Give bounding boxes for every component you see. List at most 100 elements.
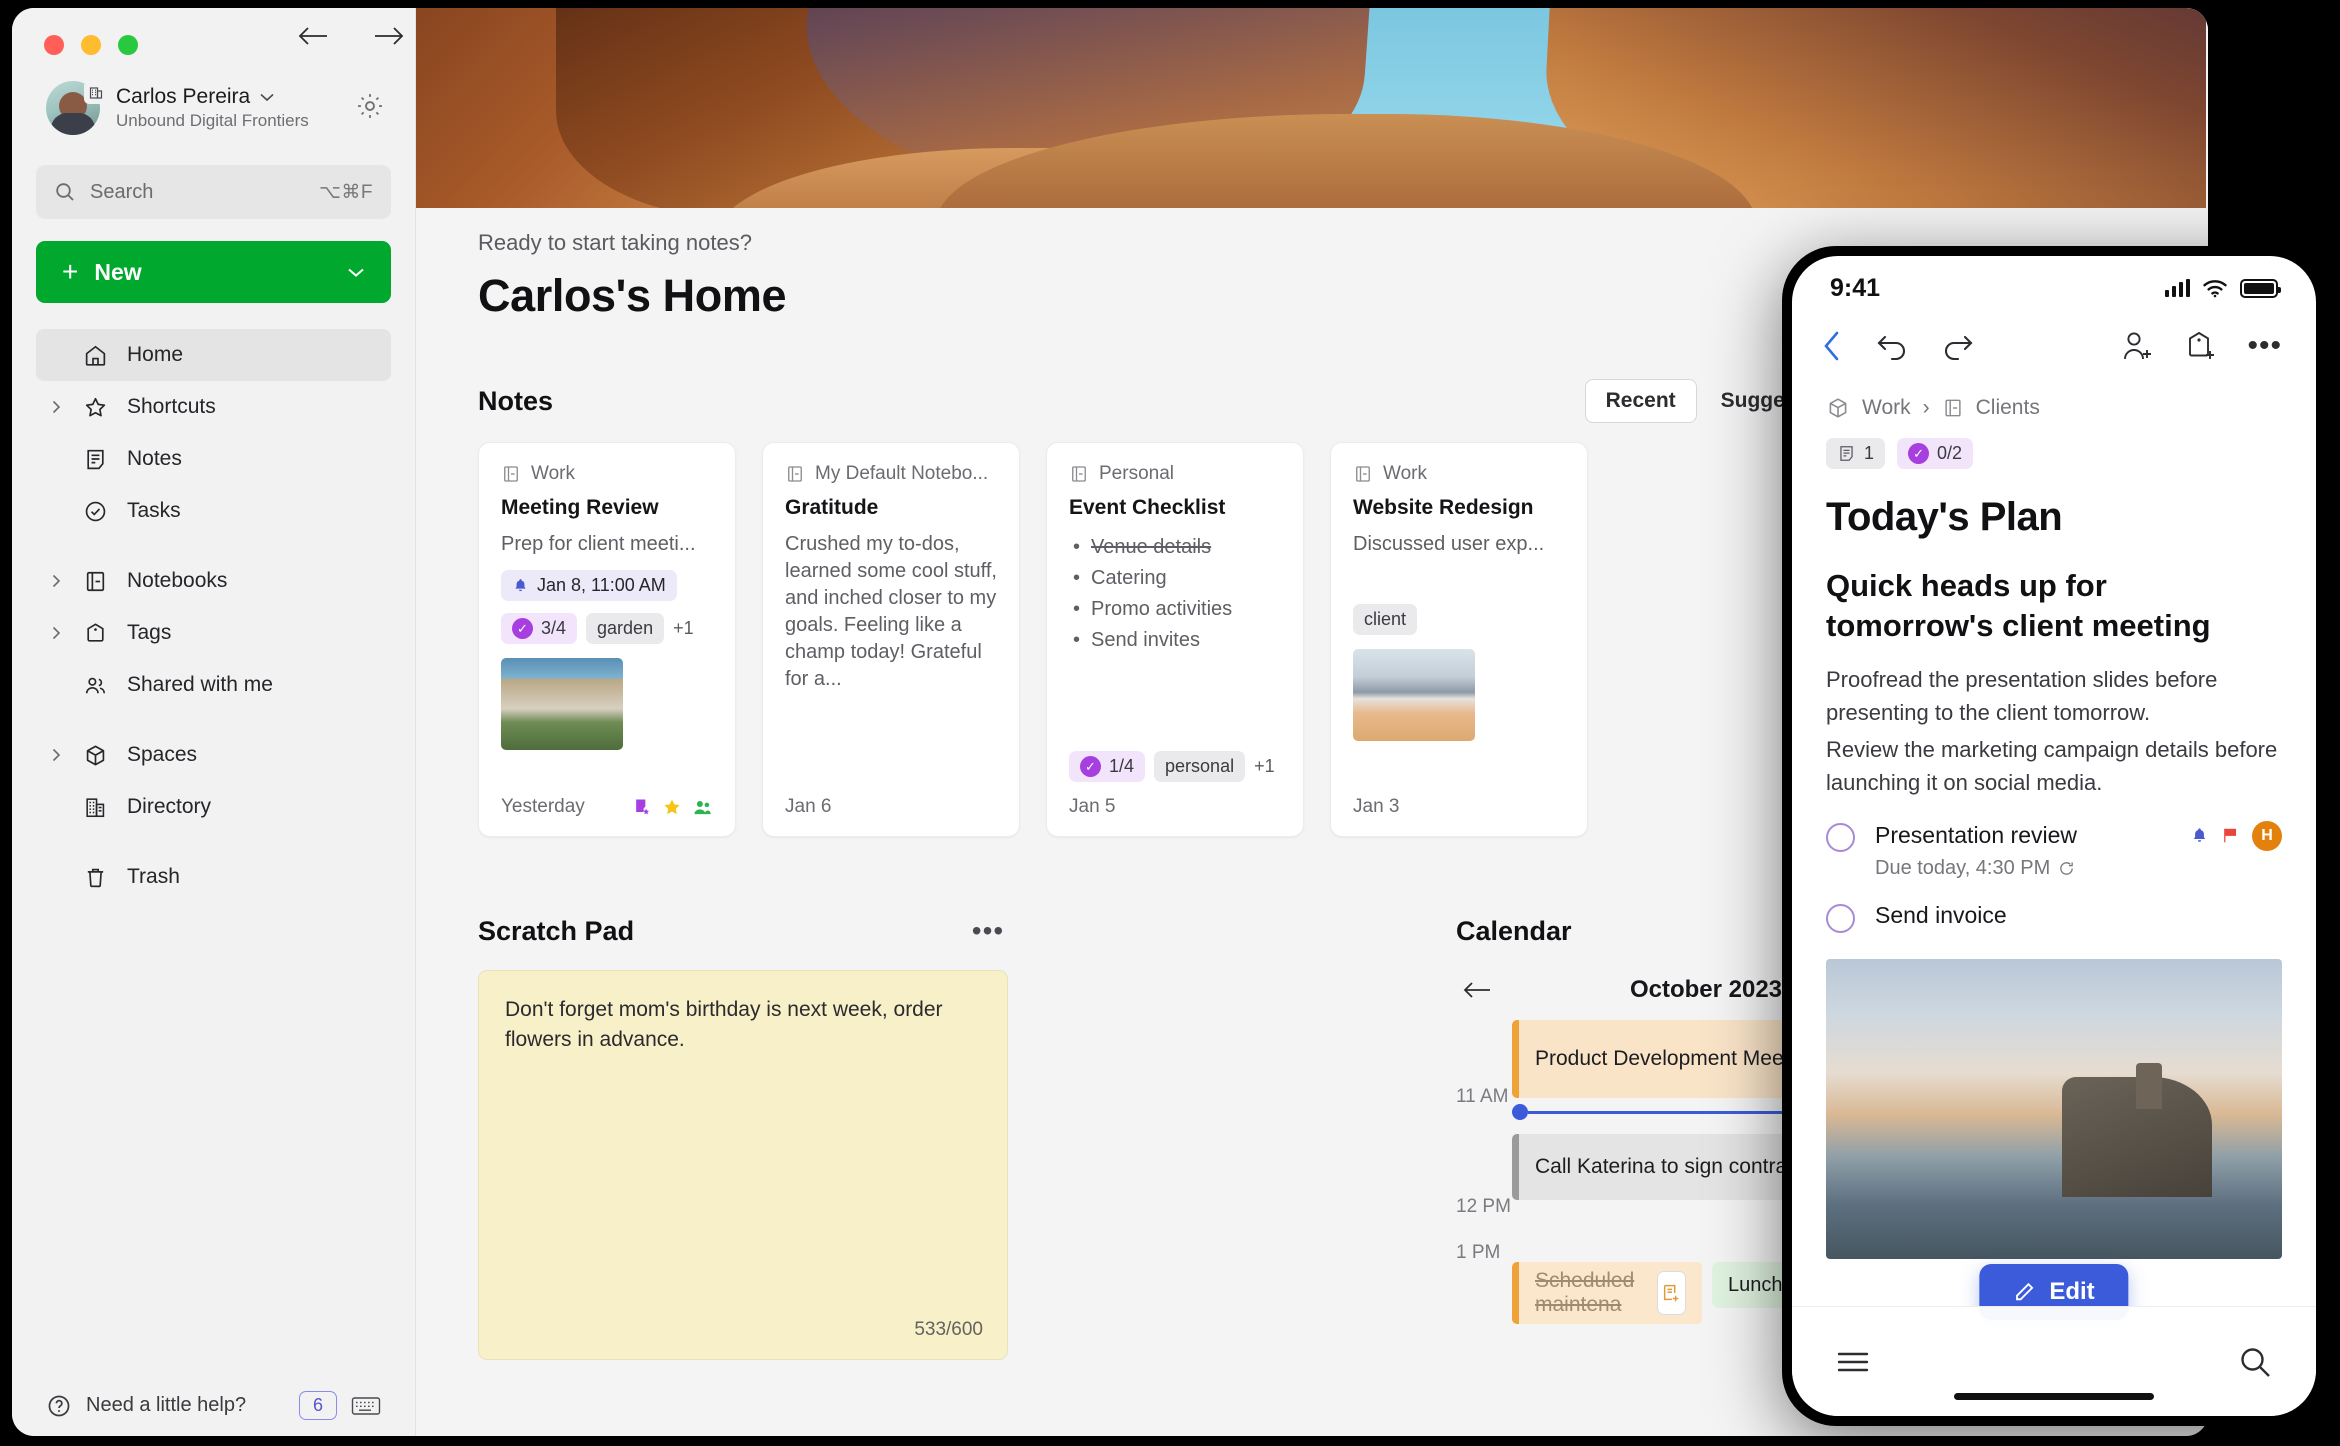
sidebar-item-directory[interactable]: Directory <box>36 781 391 833</box>
keyboard-icon[interactable] <box>351 1395 381 1417</box>
note-card[interactable]: Work Meeting Review Prep for client meet… <box>478 442 736 837</box>
plus-icon: + <box>62 256 79 287</box>
tag-chip[interactable]: client <box>1353 604 1418 635</box>
calendar-hour-label: 12 PM <box>1456 1196 1511 1217</box>
checklist-item[interactable]: Promo activities <box>1069 594 1281 625</box>
add-person-icon[interactable] <box>2121 330 2155 362</box>
tab-recent[interactable]: Recent <box>1584 379 1697 423</box>
tag-overflow[interactable]: +1 <box>673 618 694 639</box>
pencil-icon <box>2013 1281 2035 1303</box>
scratch-pad-textarea[interactable]: Don't forget mom's birthday is next week… <box>478 970 1008 1360</box>
tag-chip[interactable]: personal <box>1154 751 1246 782</box>
help-row[interactable]: Need a little help? 6 <box>12 1391 415 1420</box>
checklist-item[interactable]: Catering <box>1069 563 1281 594</box>
create-note-icon[interactable] <box>1657 1271 1686 1315</box>
notebook-icon <box>785 464 805 484</box>
sidebar-item-trash[interactable]: Trash <box>36 851 391 903</box>
notebook-icon <box>501 464 521 484</box>
note-card[interactable]: Personal Event Checklist Venue details C… <box>1046 442 1304 837</box>
breadcrumb-space[interactable]: Work <box>1862 396 1911 420</box>
sidebar-item-notes[interactable]: Notes <box>36 433 391 485</box>
notebook-icon <box>1942 397 1964 419</box>
note-card[interactable]: Work Website Redesign Discussed user exp… <box>1330 442 1588 837</box>
new-button-label: New <box>94 258 142 285</box>
calendar-prev-icon[interactable] <box>1462 979 1492 1001</box>
back-button[interactable] <box>296 24 330 48</box>
note-title: Gratitude <box>785 496 879 519</box>
help-badge[interactable]: 6 <box>298 1391 337 1420</box>
note-footer: Jan 3 <box>1353 796 1565 818</box>
chevron-right-icon[interactable] <box>50 625 62 641</box>
sidebar-item-tasks[interactable]: Tasks <box>36 485 391 537</box>
more-icon[interactable]: ••• <box>2247 331 2282 360</box>
bell-icon <box>2190 826 2209 845</box>
note-date: Jan 6 <box>785 796 832 817</box>
chevron-right-icon[interactable] <box>50 573 62 589</box>
scratch-title: Scratch Pad <box>478 915 635 946</box>
mobile-toolbar: ••• <box>1792 320 2316 362</box>
maximize-window-button[interactable] <box>118 35 138 55</box>
breadcrumb-notebook[interactable]: Clients <box>1976 396 2040 420</box>
search-placeholder: Search <box>90 180 154 203</box>
scratch-more-icon[interactable]: ••• <box>968 911 1008 951</box>
task-checkbox[interactable] <box>1826 822 1855 852</box>
task-checkbox[interactable] <box>1826 903 1855 933</box>
calendar-event[interactable]: Scheduled maintena <box>1512 1262 1702 1324</box>
note-footer: Yesterday <box>501 796 713 818</box>
back-icon[interactable] <box>1822 330 1842 362</box>
sidebar-item-home[interactable]: Home <box>36 329 391 381</box>
note-card[interactable]: My Default Notebo... Gratitude Crushed m… <box>762 442 1020 837</box>
redo-icon[interactable] <box>1942 331 1974 361</box>
notes-title: Notes <box>478 385 554 416</box>
close-window-button[interactable] <box>44 35 64 55</box>
checklist-item[interactable]: Venue details <box>1069 532 1281 563</box>
note-count-chip[interactable]: 1 <box>1826 438 1886 469</box>
new-button[interactable]: + New <box>36 241 391 303</box>
check-circle-icon: ✓ <box>1080 756 1101 777</box>
search-icon[interactable] <box>2238 1345 2272 1379</box>
mobile-task-item[interactable]: Send invoice <box>1792 880 2316 933</box>
chevron-down-icon[interactable] <box>347 267 365 278</box>
mobile-breadcrumb[interactable]: Work › Clients <box>1792 362 2316 420</box>
note-count-label: 1 <box>1864 443 1875 463</box>
sidebar-item-spaces[interactable]: Spaces <box>36 729 391 781</box>
undo-icon[interactable] <box>1876 331 1908 361</box>
note-title: Meeting Review <box>501 496 659 519</box>
task-indicators: H <box>2190 820 2282 851</box>
sidebar-item-shortcuts[interactable]: Shortcuts <box>36 381 391 433</box>
sidebar-item-tags[interactable]: Tags <box>36 607 391 659</box>
note-notebook-label: Personal <box>1099 463 1174 484</box>
note-notebook: My Default Notebo... <box>785 463 997 485</box>
add-tag-icon[interactable] <box>2185 330 2217 362</box>
minimize-window-button[interactable] <box>81 35 101 55</box>
note-notebook: Work <box>501 463 713 485</box>
note-footer: Jan 6 <box>785 796 997 818</box>
task-count-chip[interactable]: ✓ 0/2 <box>1897 438 1974 469</box>
checklist-item[interactable]: Send invites <box>1069 625 1281 656</box>
tag-overflow[interactable]: +1 <box>1254 756 1275 777</box>
mobile-task-item[interactable]: Presentation review H Due today, 4:30 PM <box>1792 799 2316 880</box>
tag-chip[interactable]: garden <box>586 613 665 644</box>
sidebar-item-notebooks[interactable]: Notebooks <box>36 555 391 607</box>
note-meta-row: client <box>1353 604 1565 635</box>
search-input[interactable]: Search ⌥⌘F <box>36 165 391 219</box>
gear-icon[interactable] <box>355 91 385 121</box>
task-count-label: 1/4 <box>1109 756 1135 776</box>
task-count-chip[interactable]: ✓ 1/4 <box>1069 751 1146 782</box>
reminder-chip[interactable]: Jan 8, 11:00 AM <box>501 570 677 601</box>
task-due-label: Due today, 4:30 PM <box>1875 856 2051 879</box>
chevron-right-icon[interactable] <box>50 747 62 763</box>
account-switcher[interactable]: Carlos Pereira Unbound Digital Frontiers <box>12 55 415 135</box>
chevron-right-icon[interactable] <box>50 399 62 415</box>
sidebar-item-shared-with-me[interactable]: Shared with me <box>36 659 391 711</box>
mobile-bottom-bar <box>1792 1306 2316 1416</box>
forward-button[interactable] <box>372 24 406 48</box>
menu-icon[interactable] <box>1836 1349 1870 1375</box>
trash-icon <box>82 865 109 890</box>
wifi-icon <box>2202 279 2228 298</box>
sidebar-item-label: Directory <box>127 795 212 818</box>
note-title: Event Checklist <box>1069 496 1226 519</box>
status-time: 9:41 <box>1830 273 1881 302</box>
task-count-chip[interactable]: ✓ 3/4 <box>501 613 578 644</box>
chevron-down-icon[interactable] <box>259 92 275 102</box>
